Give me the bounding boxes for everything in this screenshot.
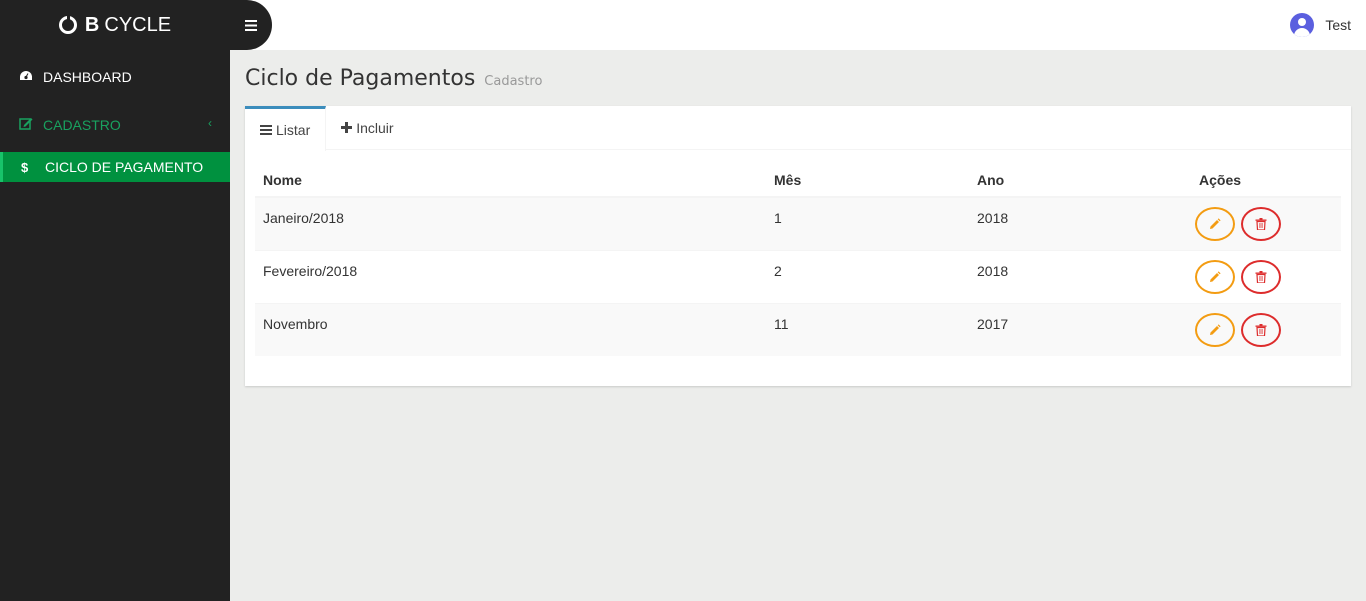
- dollar-icon: $: [21, 159, 29, 175]
- edit-button[interactable]: [1195, 207, 1235, 241]
- sidebar: DASHBOARD CADASTRO ‹ $ CICLO DE PAGAMENT…: [0, 50, 230, 601]
- payment-cycles-table: Nome Mês Ano Ações Janeiro/2018 1 2018 F…: [255, 164, 1341, 356]
- cell-ano: 2017: [969, 302, 1191, 356]
- user-menu[interactable]: Test: [1290, 13, 1351, 37]
- tab-label: Incluir: [356, 120, 394, 136]
- delete-button[interactable]: [1240, 207, 1281, 241]
- pencil-icon: [1210, 270, 1221, 282]
- cell-ano: 2018: [969, 249, 1191, 303]
- cell-mes: 2: [766, 249, 969, 303]
- trash-icon: [1255, 218, 1267, 230]
- edit-button[interactable]: [1195, 259, 1235, 294]
- plus-icon: [341, 120, 353, 136]
- brand-name: CYCLE: [104, 13, 172, 36]
- delete-button[interactable]: [1240, 312, 1281, 347]
- column-header: Ano: [969, 164, 1191, 198]
- cell-mes: 11: [766, 302, 969, 356]
- trash-icon: [1255, 323, 1267, 336]
- top-navbar: B CYCLE Test: [0, 0, 1366, 50]
- tab-bar: Listar Incluir: [245, 106, 1351, 151]
- trash-icon: [1255, 270, 1267, 283]
- pencil-icon: [1210, 218, 1221, 229]
- page-header: Ciclo de Pagamentos Cadastro: [245, 66, 542, 91]
- tabs-box: Listar Incluir Nome Mês Ano Ações Janeir…: [245, 106, 1351, 386]
- delete-button[interactable]: [1240, 259, 1281, 294]
- table-row: Janeiro/2018 1 2018: [255, 196, 1341, 250]
- brand-bold: B: [84, 13, 100, 36]
- sidebar-item-dashboard[interactable]: DASHBOARD: [0, 53, 230, 101]
- cell-nome: Janeiro/2018: [255, 196, 766, 250]
- tab-incluir[interactable]: Incluir: [326, 106, 408, 150]
- cell-actions: [1191, 196, 1341, 250]
- sidebar-item-ciclo-de-pagamento[interactable]: $ CICLO DE PAGAMENTO: [0, 152, 230, 182]
- sidebar-item-label: DASHBOARD: [43, 69, 132, 85]
- column-header: Ações: [1191, 164, 1341, 198]
- table-header-row: Nome Mês Ano Ações: [255, 164, 1341, 198]
- page-title: Ciclo de Pagamentos: [245, 66, 476, 91]
- tab-listar[interactable]: Listar: [245, 106, 327, 151]
- brand-logo[interactable]: B CYCLE: [0, 0, 230, 50]
- main-content: Ciclo de Pagamentos Cadastro Listar Incl…: [230, 50, 1366, 601]
- power-icon: [58, 15, 77, 34]
- page-subtitle: Cadastro: [484, 74, 543, 89]
- cell-actions: [1191, 249, 1341, 303]
- edit-button[interactable]: [1195, 312, 1235, 347]
- cell-nome: Novembro: [255, 302, 766, 356]
- tab-label: Listar: [276, 122, 311, 138]
- dashboard-icon: [19, 70, 43, 85]
- hamburger-icon: [245, 19, 257, 31]
- user-avatar-icon: [1290, 13, 1315, 37]
- cell-actions: [1191, 302, 1341, 356]
- chevron-left-icon: ‹: [208, 116, 212, 130]
- sidebar-item-label: CADASTRO: [43, 117, 121, 133]
- edit-icon: [19, 117, 43, 133]
- column-header: Mês: [766, 164, 969, 198]
- cell-nome: Fevereiro/2018: [255, 249, 766, 303]
- sidebar-toggle-button[interactable]: [230, 0, 272, 50]
- cell-mes: 1: [766, 196, 969, 250]
- user-name: Test: [1325, 17, 1351, 33]
- cell-ano: 2018: [969, 196, 1191, 250]
- table-row: Fevereiro/2018 2 2018: [255, 249, 1341, 303]
- sidebar-item-cadastro[interactable]: CADASTRO ‹: [0, 101, 230, 149]
- column-header: Nome: [255, 164, 766, 198]
- table-row: Novembro 11 2017: [255, 302, 1341, 356]
- pencil-icon: [1210, 323, 1221, 335]
- list-icon: [260, 122, 272, 138]
- sidebar-item-label: CICLO DE PAGAMENTO: [45, 159, 204, 175]
